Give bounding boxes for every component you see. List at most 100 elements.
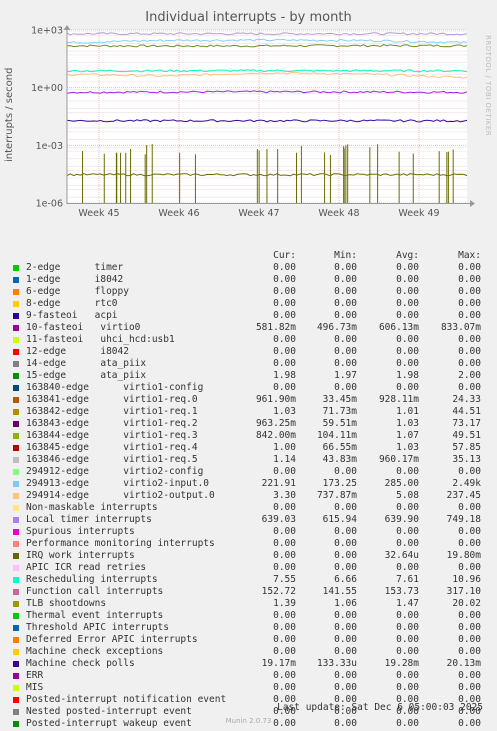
legend-label: APIC ICR read retries [26,562,147,573]
legend-max: 20.02 [452,598,481,609]
last-update: Last update: Sat Dec 6 05:00:03 2025 [277,702,483,713]
legend-swatch [13,493,19,499]
legend-cur: 0.00 [273,334,296,345]
legend-row: 12-edge i8042 0.00 0.00 0.00 0.00 [12,346,492,358]
legend-cur: 639.03 [261,514,296,525]
legend-row: APIC ICR read retries 0.00 0.00 0.00 0.00 [12,562,492,574]
legend-cur: 0.00 [273,310,296,321]
header-min: Min: [334,250,357,261]
legend-min: 33.45m [322,394,357,405]
legend-row: 163842-edge virtio1-req.1 1.03 71.73m 1.01 4… [12,406,492,418]
legend-max: 49.51 [452,430,481,441]
legend-swatch [13,709,19,715]
legend-swatch [13,349,19,355]
legend-row: 163843-edge virtio1-req.2 963.25m 59.51m 1.… [12,418,492,430]
legend-label: 163841-edge virtio1-req.0 [26,394,198,405]
legend-max: 0.00 [458,670,481,681]
legend-row: Machine check exceptions 0.00 0.00 0.00 0.00 [12,646,492,658]
legend-row: 163840-edge virtio1-config 0.00 0.00 0.00 0.… [12,382,492,394]
legend-max: 0.00 [458,262,481,273]
legend-label: Posted-interrupt notification event [26,694,227,705]
legend-label: 163846-edge virtio1-req.5 [26,454,198,465]
legend-row: 14-edge ata_piix 0.00 0.00 0.00 0.00 [12,358,492,370]
legend-min: 0.00 [334,646,357,657]
legend-label: Deferred Error APIC interrupts [26,634,198,645]
legend-min: 0.00 [334,682,357,693]
legend-avg: 0.00 [396,466,419,477]
x-tick-labels: Week 45 Week 46 Week 47 Week 48 Week 49 [78,208,439,219]
legend-row: 294913-edge virtio2-input.0 221.91 173.25 2… [12,478,492,490]
legend-swatch [13,457,19,463]
legend-avg: 0.00 [396,622,419,633]
legend-row: Local timer interrupts 639.03 615.94 639.90… [12,514,492,526]
legend-min: 0.00 [334,538,357,549]
legend-cur: 0.00 [273,622,296,633]
legend-row: Threshold APIC interrupts 0.00 0.00 0.00 0.0… [12,622,492,634]
legend-cur: 1.00 [273,442,296,453]
legend-max: 833.07m [440,322,481,333]
legend-cur: 0.00 [273,358,296,369]
legend-min: 615.94 [322,514,357,525]
legend-swatch [13,397,19,403]
legend-min: 0.00 [334,622,357,633]
chart-plot: 1e+031e+001e-031e-06 Week 45 Week 46 Week … [31,25,475,219]
legend-label: Non-maskable interrupts [26,502,158,513]
legend-label: 163844-edge virtio1-req.3 [26,430,198,441]
legend-cur: 0.00 [273,298,296,309]
legend-avg: 0.00 [396,682,419,693]
legend-min: 0.00 [334,610,357,621]
legend-cur: 0.00 [273,262,296,273]
legend-cur: 0.00 [273,466,296,477]
legend-min: 6.66 [334,574,357,585]
legend-swatch [13,697,19,703]
legend-swatch [13,577,19,583]
legend-avg: 1.07 [396,430,419,441]
legend-cur: 581.82m [255,322,296,333]
legend-max: 0.00 [458,346,481,357]
legend-min: 0.00 [334,262,357,273]
legend-min: 0.00 [334,634,357,645]
x-tick-label: Week 48 [318,208,359,219]
legend-cur: 3.30 [273,490,296,501]
y-axis-arrow [63,25,71,30]
y-tick-label: 1e+03 [31,26,63,37]
legend-avg: 1.47 [396,598,419,609]
legend-label: 6-edge floppy [26,286,129,297]
legend-max: 317.10 [446,586,481,597]
legend-max: 0.00 [458,274,481,285]
legend-swatch [13,445,19,451]
legend-row: Rescheduling interrupts 7.55 6.66 7.61 10.96 [12,574,492,586]
legend-swatch [13,373,19,379]
legend-max: 35.13 [452,454,481,465]
legend-swatch [13,277,19,283]
legend-rows: 2-edge timer 0.00 0.00 0.00 0.00 1-edge i8042… [12,262,492,730]
legend-row: 11-fasteoi uhci_hcd:usb1 0.00 0.00 0.00 0.00 [12,334,492,346]
legend-avg: 19.28m [384,658,419,669]
legend-row: 163846-edge virtio1-req.5 1.14 43.83m 960.1… [12,454,492,466]
munin-version: Munin 2.0.73 [225,717,272,725]
legend-avg: 1.01 [396,406,419,417]
legend-label: 294913-edge virtio2-input.0 [26,478,210,489]
legend-avg: 960.17m [378,454,419,465]
legend-label: 12-edge i8042 [26,346,129,357]
legend-cur: 842.00m [255,430,296,441]
legend-max: 2.00 [458,370,481,381]
legend-min: 173.25 [322,478,357,489]
legend-cur: 0.00 [273,634,296,645]
legend-avg: 7.61 [396,574,419,585]
legend-cur: 0.00 [273,274,296,285]
legend-max: 24.33 [452,394,481,405]
x-tick-label: Week 47 [238,208,279,219]
legend-avg: 0.00 [396,526,419,537]
y-tick-labels: 1e+03 1e+00 1e-03 1e-06 [31,26,63,210]
legend-row: 1-edge i8042 0.00 0.00 0.00 0.00 [12,274,492,286]
legend-row: TLB shootdowns 1.39 1.06 1.47 20.02 [12,598,492,610]
legend-row: 9-fasteoi acpi 0.00 0.00 0.00 0.00 [12,310,492,322]
legend-max: 2.49k [452,478,481,489]
legend-min: 104.11m [316,430,357,441]
legend-label: Local timer interrupts [26,514,152,525]
legend-swatch [13,409,19,415]
legend-min: 0.00 [334,346,357,357]
legend-swatch [13,553,19,559]
legend-avg: 153.73 [384,586,419,597]
